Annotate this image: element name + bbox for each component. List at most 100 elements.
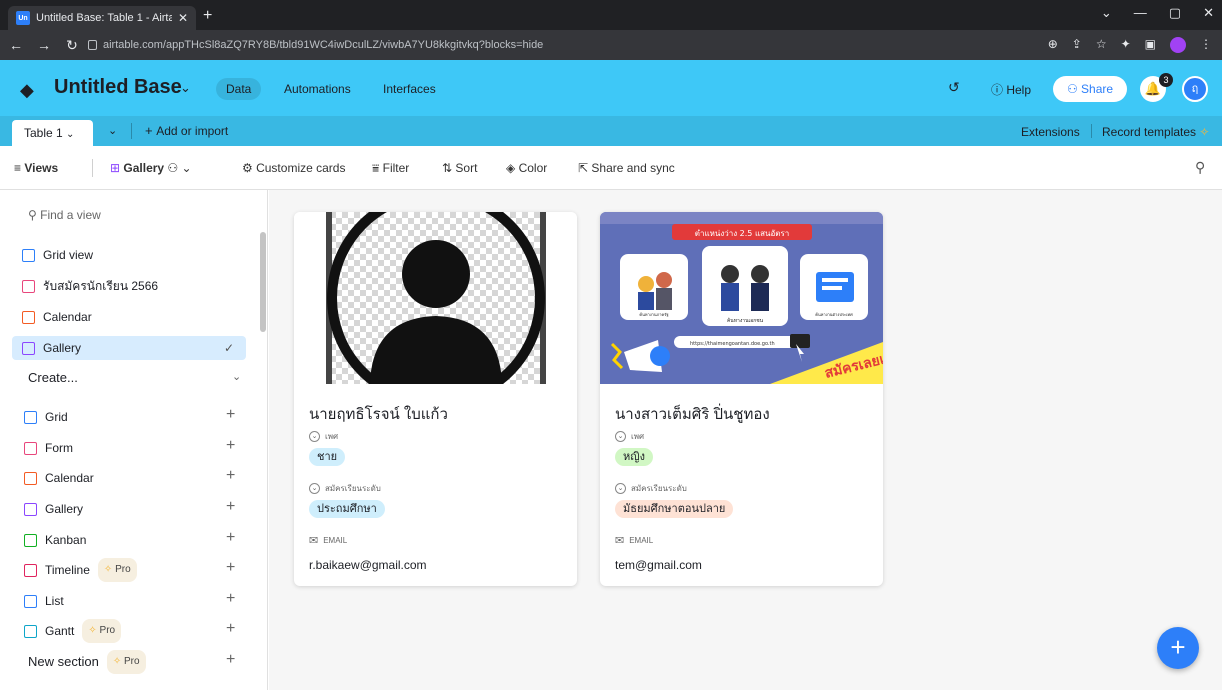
- plus-icon[interactable]: +: [226, 467, 235, 485]
- find-view-placeholder: Find a view: [40, 208, 101, 222]
- field-label-text: เพศ: [631, 432, 645, 441]
- extensions-puzzle-icon[interactable]: ✦: [1121, 37, 1131, 53]
- color-button[interactable]: ◈ Color: [506, 161, 547, 175]
- view-label: รับสมัครนักเรียน 2566: [43, 279, 159, 293]
- plus-icon[interactable]: +: [226, 406, 235, 424]
- sort-button[interactable]: ⇅ Sort: [442, 161, 477, 175]
- sidebar-item-grid-view[interactable]: Grid view: [12, 243, 246, 267]
- customize-cards-button[interactable]: ⚙ Customize cards: [242, 161, 345, 175]
- close-window-icon[interactable]: ✕: [1203, 5, 1214, 21]
- create-list[interactable]: List: [24, 590, 246, 612]
- bookmark-star-icon[interactable]: ☆: [1096, 37, 1107, 53]
- find-view-input[interactable]: ⚲ Find a view: [28, 208, 101, 222]
- gallery-icon: ⊞: [110, 161, 124, 175]
- all-tables-chevron-icon[interactable]: ⌄: [108, 124, 117, 137]
- view-label: Calendar: [43, 310, 92, 324]
- create-section-header[interactable]: Create...: [28, 370, 78, 385]
- create-label: Kanban: [45, 533, 87, 547]
- gallery-area: นายฤทธิโรจน์ ใบแก้ว ⌄ เพศ ชาย ⌄ สมัครเรียน…: [269, 190, 1222, 690]
- create-label: New section: [28, 654, 99, 669]
- field-label-level: ⌄ สมัครเรียนระดับ: [615, 482, 687, 495]
- plus-icon[interactable]: +: [226, 590, 235, 608]
- plus-icon[interactable]: +: [226, 529, 235, 547]
- share-button[interactable]: ⚇ Share: [1053, 76, 1127, 102]
- airtable-logo-icon[interactable]: ◆: [20, 80, 34, 101]
- table-tab-table1[interactable]: Table 1 ⌄: [12, 120, 93, 146]
- create-gallery[interactable]: Gallery: [24, 498, 246, 520]
- card-cover-image: ตำแหน่งว่าง 2.5 แสนอัตรา ค้นหางานภาครัฐ …: [600, 212, 883, 384]
- lock-icon: [88, 40, 97, 50]
- gallery-icon: [22, 341, 35, 355]
- sidebar-item-form-view[interactable]: รับสมัครนักเรียน 2566: [12, 274, 246, 298]
- sidebar-item-gallery-view[interactable]: Gallery ✓: [12, 336, 246, 360]
- help-button[interactable]: ⓘ Help: [991, 81, 1031, 98]
- base-title[interactable]: Untitled Base: [54, 76, 182, 99]
- mail-icon: ✉: [615, 535, 625, 547]
- plus-icon[interactable]: +: [226, 559, 235, 577]
- field-label-gender: ⌄ เพศ: [615, 430, 644, 443]
- create-new-section[interactable]: New section ✧ Pro: [28, 650, 250, 674]
- gantt-icon: [24, 624, 37, 638]
- close-tab-icon[interactable]: ✕: [178, 11, 188, 25]
- create-calendar[interactable]: Calendar: [24, 467, 246, 489]
- gallery-icon: [24, 502, 37, 516]
- create-timeline[interactable]: Timeline ✧ Pro: [24, 558, 246, 582]
- search-icon[interactable]: ⚲: [1195, 159, 1205, 176]
- filter-button[interactable]: ⩸ Filter: [372, 161, 409, 176]
- add-or-import-button[interactable]: + Add or import: [145, 123, 228, 138]
- create-grid[interactable]: Grid: [24, 406, 246, 428]
- record-templates-label: Record templates: [1102, 125, 1197, 139]
- tab-search-icon[interactable]: ⌄: [1101, 5, 1112, 21]
- sidebar-scrollbar[interactable]: [260, 232, 266, 332]
- external-share-icon: ⇱: [578, 161, 592, 175]
- timeline-icon: [24, 563, 37, 577]
- minimize-icon[interactable]: —: [1134, 5, 1147, 21]
- back-icon[interactable]: ←: [4, 37, 28, 53]
- user-avatar[interactable]: ฤ: [1182, 76, 1208, 102]
- views-toggle-button[interactable]: ≡ Views: [14, 161, 58, 175]
- profile-avatar-icon[interactable]: [1170, 37, 1186, 53]
- browser-menu-icon[interactable]: ⋮: [1200, 37, 1212, 53]
- gallery-card[interactable]: นายฤทธิโรจน์ ใบแก้ว ⌄ เพศ ชาย ⌄ สมัครเรียน…: [294, 212, 577, 586]
- sidebar-toggle-icon[interactable]: ▣: [1145, 37, 1156, 53]
- gallery-card[interactable]: ตำแหน่งว่าง 2.5 แสนอัตรา ค้นหางานภาครัฐ …: [600, 212, 883, 586]
- sparkle-icon: ✧: [88, 625, 100, 636]
- add-record-button[interactable]: +: [1157, 627, 1199, 669]
- tab-interfaces[interactable]: Interfaces: [383, 82, 436, 96]
- reload-icon[interactable]: ↻: [60, 37, 84, 54]
- pro-label: Pro: [123, 656, 140, 667]
- poster-caption-1: ค้นหางานภาครัฐ: [639, 312, 668, 317]
- current-view-button[interactable]: ⊞ Gallery ⚇ ⌄: [110, 161, 192, 175]
- current-view-label: Gallery: [123, 161, 165, 175]
- record-templates-button[interactable]: Record templates ✧: [1102, 125, 1209, 139]
- url-field[interactable]: airtable.com/appTHcSl8aZQ7RY8B/tbld91WC4…: [88, 34, 1068, 56]
- poster-headline: ตำแหน่งว่าง 2.5 แสนอัตรา: [695, 229, 790, 238]
- restore-icon[interactable]: ▢: [1169, 5, 1181, 21]
- create-gantt[interactable]: Gantt ✧ Pro: [24, 619, 246, 643]
- extensions-button[interactable]: Extensions: [1021, 125, 1080, 139]
- create-label: Calendar: [45, 471, 94, 485]
- forward-icon[interactable]: →: [32, 37, 56, 53]
- browser-tab[interactable]: Un Untitled Base: Table 1 - Airtable ✕: [8, 6, 196, 30]
- filter-icon: ⩸: [372, 161, 383, 175]
- plus-icon[interactable]: +: [226, 620, 235, 638]
- notification-count-badge: 3: [1159, 73, 1173, 87]
- share-page-icon[interactable]: ⇪: [1072, 37, 1082, 53]
- tab-data[interactable]: Data: [216, 78, 262, 100]
- history-icon[interactable]: ↺: [948, 79, 960, 96]
- plus-icon[interactable]: +: [226, 498, 235, 516]
- sidebar-item-calendar-view[interactable]: Calendar: [12, 305, 246, 329]
- plus-icon[interactable]: +: [226, 651, 235, 669]
- create-form[interactable]: Form: [24, 437, 246, 459]
- plus-icon[interactable]: +: [226, 437, 235, 455]
- zoom-icon[interactable]: ⊕: [1048, 37, 1058, 53]
- poster-caption-2: ค้นหางานเอกชน: [727, 317, 764, 324]
- new-tab-icon[interactable]: +: [203, 7, 212, 25]
- tab-automations[interactable]: Automations: [284, 82, 351, 96]
- list-icon: [24, 594, 37, 608]
- create-kanban[interactable]: Kanban: [24, 529, 246, 551]
- chevron-down-icon[interactable]: ⌄: [232, 370, 241, 383]
- chevron-down-icon[interactable]: ⌄: [180, 80, 191, 96]
- chevron-down-icon: ⌄: [66, 129, 75, 140]
- share-sync-button[interactable]: ⇱ Share and sync: [578, 161, 675, 175]
